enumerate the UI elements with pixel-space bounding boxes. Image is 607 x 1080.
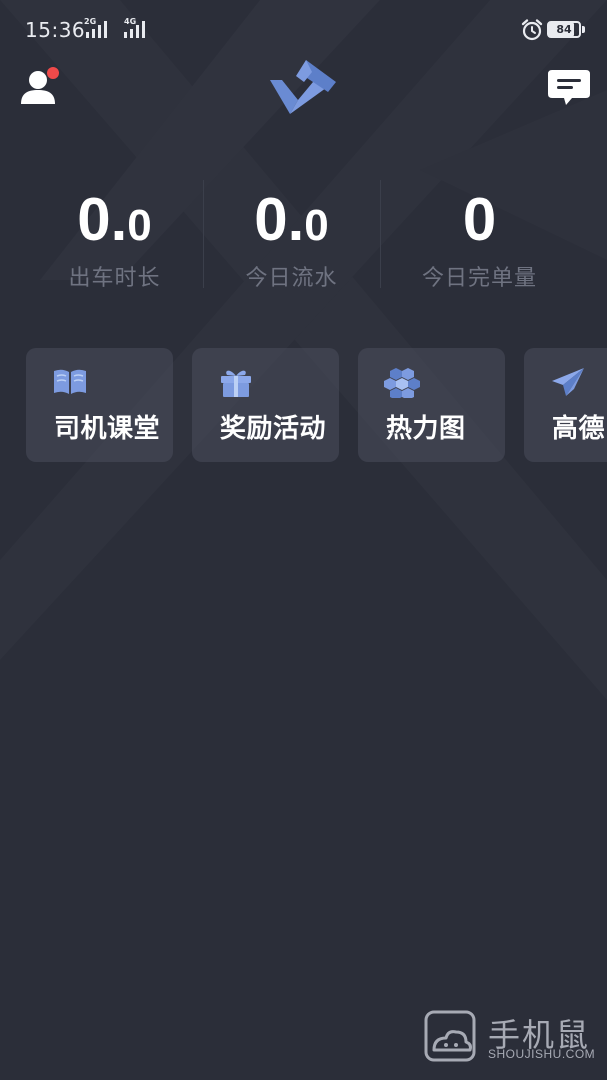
- quick-entry-row: 司机课堂 奖励活动 热力图 高德: [0, 348, 607, 464]
- stat-value: 0: [462, 186, 497, 253]
- signal-4g-icon: 4G: [120, 17, 150, 40]
- stat-label: 出车时长: [68, 266, 161, 291]
- book-icon: [54, 369, 86, 394]
- app-logo-icon: [270, 60, 336, 114]
- notification-dot: [47, 67, 59, 79]
- background-decoration: [0, 0, 607, 700]
- reward-activity-button[interactable]: 奖励活动: [192, 348, 339, 462]
- stat-label: 今日完单量: [421, 266, 537, 291]
- stat-value: 0.0: [254, 186, 329, 253]
- quick-entry-label: 司机课堂: [54, 414, 161, 444]
- alarm-clock-icon: [521, 19, 543, 41]
- heatmap-button[interactable]: 热力图: [358, 348, 505, 462]
- stat-completed-orders: 0 今日完单量: [391, 180, 568, 292]
- quick-entry-label: 奖励活动: [220, 414, 327, 444]
- watermark-logo-icon: [424, 1010, 476, 1062]
- status-bar: 15:36 2G 4G 84: [0, 0, 607, 62]
- divider: [380, 180, 381, 288]
- driver-classroom-button[interactable]: 司机课堂: [26, 348, 173, 462]
- watermark-domain: SHOUJISHU.COM: [488, 1047, 596, 1061]
- stat-value: 0.0: [77, 186, 152, 253]
- battery-percent: 84: [556, 23, 572, 36]
- signal-2g-icon: 2G: [84, 17, 112, 40]
- battery-icon: 84: [547, 21, 581, 38]
- gift-icon: [221, 370, 251, 397]
- quick-entry-label: 高德: [552, 414, 606, 444]
- quick-entry-label: 热力图: [386, 414, 466, 444]
- amap-button[interactable]: 高德: [524, 348, 607, 462]
- battery-cap: [582, 26, 585, 33]
- heatmap-hexagon-icon: [384, 368, 420, 398]
- today-stats: 0.0 出车时长 0.0 今日流水 0 今日完单量: [26, 180, 556, 300]
- paper-plane-icon: [552, 368, 584, 396]
- status-time: 15:36: [25, 18, 86, 42]
- stat-label: 今日流水: [245, 266, 338, 291]
- message-icon[interactable]: [546, 66, 592, 110]
- stat-today-revenue: 0.0 今日流水: [203, 180, 380, 292]
- stat-driving-duration: 0.0 出车时长: [26, 180, 203, 292]
